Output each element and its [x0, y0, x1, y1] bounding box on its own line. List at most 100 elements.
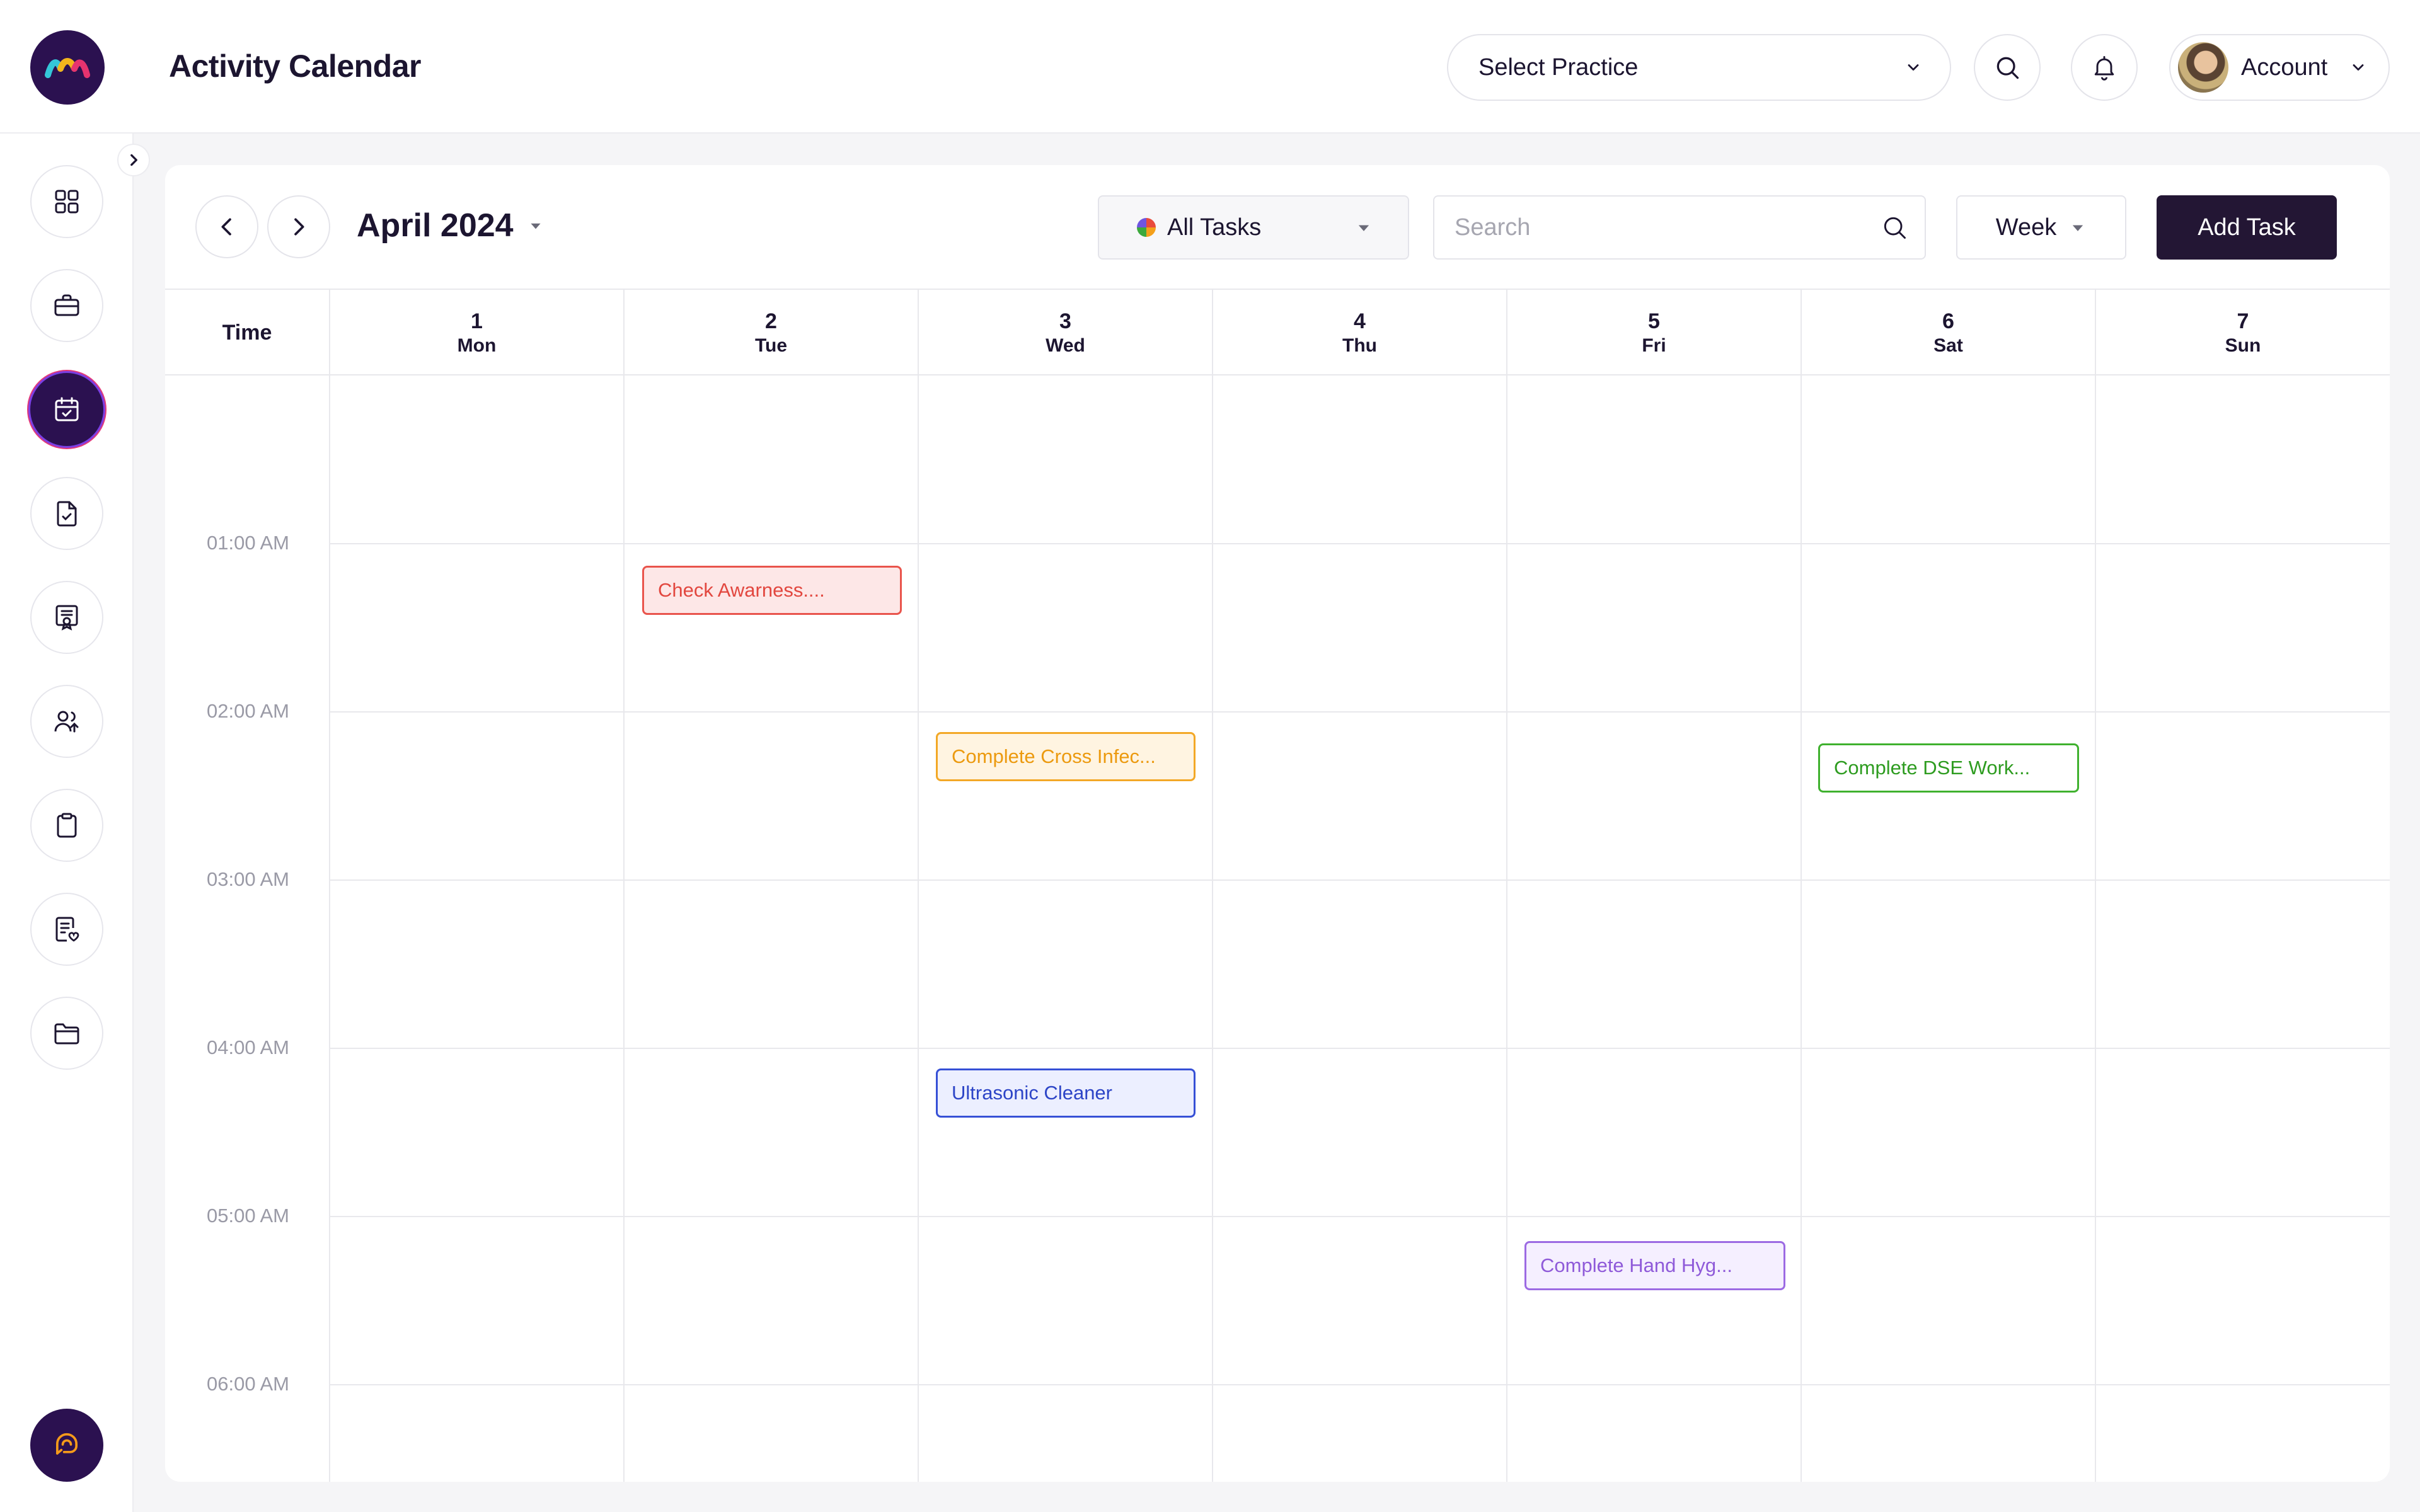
chevron-down-icon — [1908, 64, 1919, 71]
day-column-mon[interactable] — [330, 375, 625, 1482]
sidebar-item-policies[interactable] — [30, 893, 103, 966]
hour-gridline — [330, 879, 2390, 881]
day-column-fri[interactable] — [1507, 375, 1802, 1482]
caret-down-icon — [1358, 225, 1369, 231]
document-heart-icon — [55, 917, 79, 942]
day-header-mon[interactable]: 1 Mon — [330, 290, 625, 375]
practice-select-label: Select Practice — [1478, 54, 1639, 81]
event-ultrasonic-cleaner[interactable]: Ultrasonic Cleaner — [936, 1068, 1196, 1118]
logo-mark-icon — [45, 58, 90, 78]
practice-select[interactable]: Select Practice — [1447, 34, 1951, 101]
day-column-thu[interactable] — [1213, 375, 1507, 1482]
clipboard-icon — [57, 813, 77, 838]
day-number: 6 — [1942, 309, 1954, 333]
sidebar-item-files[interactable] — [30, 997, 103, 1070]
day-column-wed[interactable] — [919, 375, 1213, 1482]
time-label: 02:00 AM — [207, 700, 289, 722]
account-label: Account — [2241, 54, 2328, 81]
prev-month-button[interactable] — [195, 195, 258, 258]
day-header-wed[interactable]: 3 Wed — [919, 290, 1213, 375]
users-icon — [54, 711, 79, 733]
day-name: Sat — [1933, 335, 1963, 356]
day-column-sat[interactable] — [1802, 375, 2096, 1482]
day-name: Wed — [1046, 335, 1085, 356]
event-check-awareness[interactable]: Check Awarness.... — [642, 566, 902, 615]
hour-gridline — [330, 711, 2390, 713]
sidebar-item-clipboard[interactable] — [30, 789, 103, 862]
day-name: Thu — [1342, 335, 1377, 356]
task-filter-select[interactable]: All Tasks — [1098, 195, 1409, 260]
day-name: Fri — [1642, 335, 1666, 356]
time-label: 03:00 AM — [207, 868, 289, 890]
search-field[interactable] — [1433, 195, 1926, 260]
day-column-tue[interactable] — [625, 375, 919, 1482]
search-input[interactable] — [1453, 213, 1881, 242]
app-logo[interactable] — [30, 30, 105, 105]
bell-icon — [2094, 56, 2114, 81]
hour-gridline — [330, 1384, 2390, 1385]
chevron-down-icon — [2353, 64, 2364, 71]
support-chat-button[interactable] — [30, 1409, 103, 1482]
day-header-fri[interactable]: 5 Fri — [1507, 290, 1802, 375]
search-icon — [1884, 217, 1906, 239]
month-picker[interactable]: April 2024 — [357, 207, 544, 244]
time-label: 06:00 AM — [207, 1373, 289, 1395]
event-dse-workstation[interactable]: Complete DSE Work... — [1818, 743, 2079, 793]
document-check-icon — [57, 501, 77, 527]
day-number: 4 — [1354, 309, 1366, 333]
month-label: April 2024 — [357, 207, 514, 244]
day-header-sun[interactable]: 7 Sun — [2096, 290, 2390, 375]
day-number: 1 — [471, 309, 483, 333]
view-select-label: Week — [1995, 214, 2057, 241]
time-label: 05:00 AM — [207, 1205, 289, 1227]
chat-support-icon — [55, 1433, 78, 1455]
task-filter-label: All Tasks — [1167, 214, 1262, 241]
certificate-icon — [55, 605, 78, 631]
briefcase-icon — [54, 294, 79, 316]
sidebar-item-staff[interactable] — [30, 685, 103, 758]
day-column-sun[interactable] — [2096, 375, 2390, 1482]
day-number: 3 — [1059, 309, 1071, 333]
search-button[interactable] — [1974, 34, 2041, 101]
sidebar-item-certificates[interactable] — [30, 581, 103, 654]
sidebar-item-calendar[interactable] — [30, 373, 103, 446]
notifications-button[interactable] — [2071, 34, 2138, 101]
next-month-button[interactable] — [267, 195, 330, 258]
avatar — [2178, 42, 2228, 93]
day-header-thu[interactable]: 4 Thu — [1213, 290, 1507, 375]
time-column-header: Time — [165, 290, 330, 375]
day-name: Tue — [754, 335, 788, 356]
sidebar-item-documents[interactable] — [30, 477, 103, 550]
sidebar-item-dashboard[interactable] — [30, 165, 103, 238]
calendar-toolbar: April 2024 All Tasks Week Add — [165, 165, 2390, 289]
dashboard-grid-icon — [55, 190, 79, 214]
multicolor-dot-icon — [1137, 218, 1156, 237]
time-grid: 01:00 AM 02:00 AM 03:00 AM 04:00 AM 05:0… — [165, 375, 2390, 1482]
view-select[interactable]: Week — [1956, 195, 2126, 260]
chevron-left-icon — [221, 218, 231, 236]
time-label: 04:00 AM — [207, 1036, 289, 1058]
calendar-card: April 2024 All Tasks Week Add — [165, 165, 2390, 1482]
account-menu[interactable]: Account — [2169, 34, 2390, 101]
event-hand-hygiene[interactable]: Complete Hand Hyg... — [1524, 1241, 1785, 1290]
hour-gridline — [330, 543, 2390, 544]
time-column: 01:00 AM 02:00 AM 03:00 AM 04:00 AM 05:0… — [165, 375, 330, 1482]
chevron-right-icon — [294, 218, 304, 236]
calendar-check-icon — [55, 397, 79, 421]
day-number: 5 — [1648, 309, 1660, 333]
add-task-button[interactable]: Add Task — [2157, 195, 2337, 260]
search-icon — [1997, 57, 2019, 79]
day-header-tue[interactable]: 2 Tue — [625, 290, 919, 375]
event-cross-infection[interactable]: Complete Cross Infec... — [936, 732, 1196, 781]
hour-gridline — [330, 1048, 2390, 1049]
time-label: 01:00 AM — [207, 532, 289, 554]
day-header-sat[interactable]: 6 Sat — [1802, 290, 2096, 375]
sidebar-collapse-toggle[interactable] — [117, 144, 150, 176]
hour-gridline — [330, 1216, 2390, 1217]
day-header-row: Time 1 Mon 2 Tue 3 Wed 4 Thu 5 Fri 6 Sat… — [165, 290, 2390, 375]
day-name: Sun — [2225, 335, 2261, 356]
sidebar-item-briefcase[interactable] — [30, 269, 103, 342]
top-header: Activity Calendar Select Practice Accoun… — [0, 0, 2420, 134]
caret-down-icon — [2073, 225, 2083, 231]
week-grid: Time 1 Mon 2 Tue 3 Wed 4 Thu 5 Fri 6 Sat… — [165, 289, 2390, 1482]
